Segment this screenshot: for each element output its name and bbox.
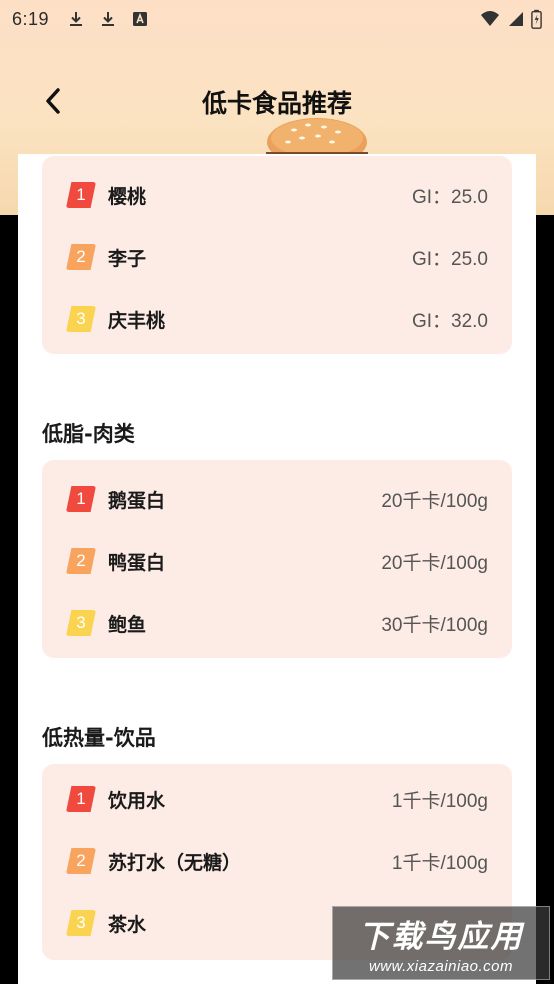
rank-badge: 2 [66, 244, 96, 270]
food-name: 饮用水 [108, 789, 166, 812]
list-item[interactable]: 2 苏打水（无糖） 1千卡/100g [42, 830, 512, 892]
text-icon [133, 12, 148, 26]
food-value: 1千卡/100g [391, 790, 488, 812]
food-name: 茶水 [108, 913, 147, 936]
food-group-box: 1 鹅蛋白 20千卡/100g 2 鸭蛋白 20千卡/100g 3 鲍鱼 30千… [42, 460, 512, 658]
section-title: 低脂-肉类 [42, 422, 135, 446]
food-value: 20千卡/100g [381, 552, 488, 574]
rank-badge: 1 [66, 182, 96, 208]
notification-icons [67, 10, 149, 28]
food-group-box: 1 樱桃 GI：25.0 2 李子 GI：25.0 3 庆丰桃 GI：32.0 [42, 156, 512, 354]
rank-badge: 3 [66, 610, 96, 636]
food-name: 李子 [108, 247, 147, 270]
food-name: 鲍鱼 [108, 613, 147, 636]
watermark: 下载鸟应用 www.xiazainiao.com [332, 906, 550, 980]
list-item[interactable]: 2 鸭蛋白 20千卡/100g [42, 530, 512, 592]
food-value: GI：25.0 [411, 248, 488, 270]
rank-badge: 2 [66, 548, 96, 574]
watermark-main: 下载鸟应用 [358, 919, 524, 955]
food-value: 30千卡/100g [381, 614, 488, 636]
food-recommendation-card: 1 樱桃 GI：25.0 2 李子 GI：25.0 3 庆丰桃 GI：32.0 … [18, 154, 536, 984]
food-value: 1千卡/100g [391, 852, 488, 874]
food-value: 20千卡/100g [381, 490, 488, 512]
section-title: 低热量-饮品 [42, 726, 156, 750]
watermark-url: www.xiazainiao.com [368, 958, 514, 975]
food-name: 苏打水（无糖） [108, 851, 242, 874]
list-item[interactable]: 1 鹅蛋白 20千卡/100g [42, 468, 512, 530]
food-value: GI：25.0 [411, 186, 488, 208]
status-time: 6:19 [12, 8, 50, 29]
wifi-icon [481, 11, 499, 26]
food-name: 庆丰桃 [108, 309, 166, 332]
food-name: 鹅蛋白 [108, 489, 166, 512]
rank-badge: 1 [66, 486, 96, 512]
rank-badge: 3 [66, 910, 96, 936]
rank-badge: 2 [66, 848, 96, 874]
status-bar: 6:19 [0, 0, 554, 38]
signal-icon [509, 12, 523, 26]
food-name: 鸭蛋白 [108, 551, 166, 574]
page-title: 低卡食品推荐 [201, 89, 352, 118]
list-item[interactable]: 1 饮用水 1千卡/100g [42, 768, 512, 830]
download-icon [102, 12, 115, 26]
list-item[interactable]: 3 庆丰桃 GI：32.0 [42, 288, 512, 350]
battery-icon [531, 9, 542, 29]
food-value: GI：32.0 [411, 310, 488, 332]
food-name: 樱桃 [108, 185, 147, 208]
rank-badge: 1 [66, 786, 96, 812]
system-icons [479, 9, 542, 29]
download-icon [70, 12, 83, 26]
list-item[interactable]: 2 李子 GI：25.0 [42, 226, 512, 288]
list-item[interactable]: 1 樱桃 GI：25.0 [42, 164, 512, 226]
rank-badge: 3 [66, 306, 96, 332]
list-item[interactable]: 3 鲍鱼 30千卡/100g [42, 592, 512, 654]
